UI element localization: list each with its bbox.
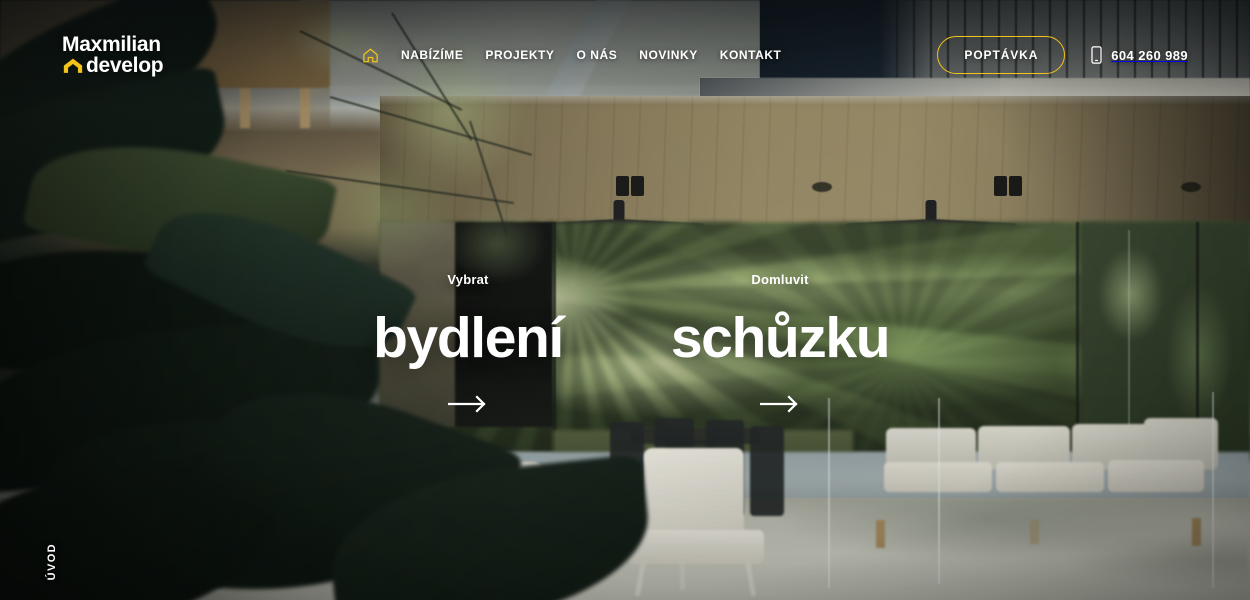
arrow-right-icon — [448, 395, 486, 413]
hero-word-bydleni: bydlení — [373, 306, 564, 370]
nav-item-projekty[interactable]: PROJEKTY — [485, 48, 554, 62]
nav-item-nabizime[interactable]: NABÍZÍME — [401, 48, 463, 62]
phone-link[interactable]: 604 260 989 — [1091, 46, 1188, 64]
phone-number: 604 260 989 — [1111, 47, 1188, 63]
home-icon — [363, 48, 378, 62]
nav-item-o-nas[interactable]: O NÁS — [577, 48, 618, 62]
brand-name-line1: Maxmilian — [62, 33, 161, 57]
nav-item-novinky[interactable]: NOVINKY — [639, 48, 698, 62]
brand-logo[interactable]: Maxmilian develop — [62, 33, 362, 77]
poptavka-button[interactable]: POPTÁVKA — [937, 36, 1066, 74]
mobile-phone-icon — [1091, 46, 1102, 64]
nav-item-kontakt[interactable]: KONTAKT — [720, 48, 782, 62]
nav-home-link[interactable] — [362, 47, 379, 64]
hero-kicker-vybrat: Vybrat — [447, 272, 489, 287]
arrow-right-icon — [760, 395, 798, 413]
site-header: Maxmilian develop NABÍZÍME PROJEKTY O NÁ… — [0, 0, 1250, 110]
hero-cta-bydleni[interactable]: Vybrat bydlení — [348, 272, 588, 413]
brand-name-line2: develop — [86, 53, 164, 77]
hero-arrow-schuzku[interactable] — [660, 395, 900, 413]
page-root: Maxmilian develop NABÍZÍME PROJEKTY O NÁ… — [0, 0, 1250, 600]
hero-word-schuzku: schůzku — [670, 306, 891, 370]
hero-kicker-domluvit: Domluvit — [751, 272, 809, 287]
section-label-uvod: ÚVOD — [46, 542, 58, 580]
house-roof-icon — [63, 58, 83, 73]
hero-arrow-bydleni[interactable] — [348, 395, 588, 413]
hero-cta-schuzku[interactable]: Domluvit schůzku — [660, 272, 900, 413]
header-actions: POPTÁVKA 604 260 989 — [937, 36, 1188, 74]
main-navigation: NABÍZÍME PROJEKTY O NÁS NOVINKY KONTAKT — [362, 47, 937, 64]
brand-logo-text: Maxmilian develop — [62, 33, 164, 77]
brand-logo-row2: develop — [62, 53, 164, 77]
